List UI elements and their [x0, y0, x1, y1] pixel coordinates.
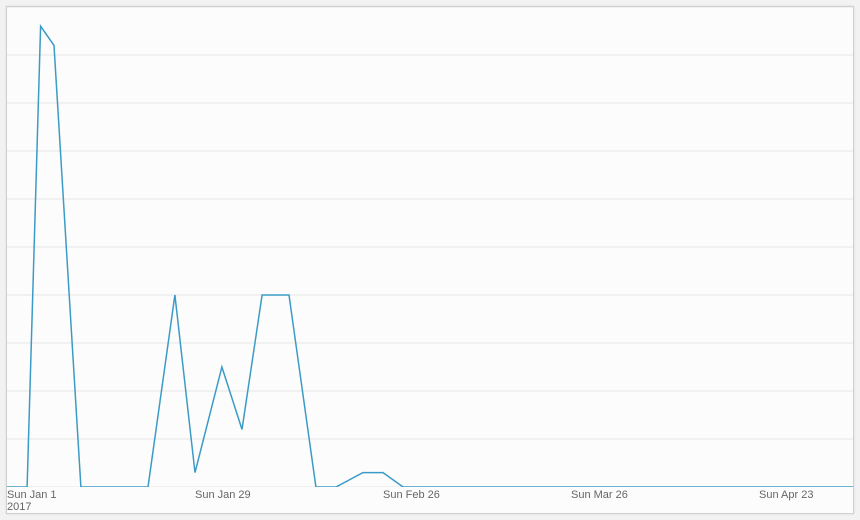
chart-container: Sun Jan 12017 Sun Jan 29 Sun Feb 26 Sun Mar… [0, 0, 860, 520]
chart-x-axis-labels: Sun Jan 12017 Sun Jan 29 Sun Feb 26 Sun Mar… [7, 489, 853, 513]
x-tick-label: Sun Jan 29 [195, 489, 251, 501]
x-tick-label: Sun Apr 23 [759, 489, 813, 501]
x-tick-label: Sun Jan 1 [7, 489, 57, 501]
x-tick-label: Sun Feb 26 [383, 489, 440, 501]
x-tick-sublabel: 2017 [7, 501, 31, 513]
chart-frame: Sun Jan 12017 Sun Jan 29 Sun Feb 26 Sun Mar… [6, 6, 854, 514]
x-tick-label: Sun Mar 26 [571, 489, 628, 501]
chart-plot [7, 7, 853, 487]
chart-gridlines [7, 7, 853, 487]
chart-series-line [7, 26, 853, 487]
